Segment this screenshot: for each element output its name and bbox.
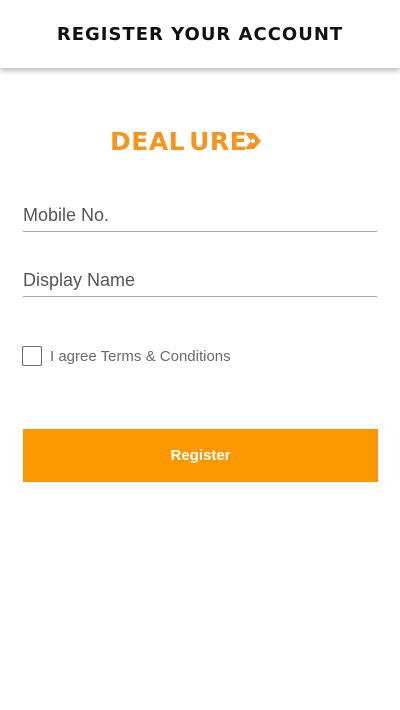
mobile-field <box>23 200 377 232</box>
register-button[interactable]: Register <box>23 429 378 482</box>
display-name-field <box>23 265 377 297</box>
mobile-input[interactable] <box>23 200 377 231</box>
logo-text-deal: DEAL <box>110 126 186 156</box>
page-title: REGISTER YOUR ACCOUNT <box>56 23 344 45</box>
display-name-input[interactable] <box>23 265 377 296</box>
logo-text-ure: URE <box>189 126 248 156</box>
terms-checkbox[interactable] <box>22 346 42 366</box>
logo-mark: URE <box>189 126 262 156</box>
dealure-logo: DEAL URE <box>110 124 280 158</box>
app-header: REGISTER YOUR ACCOUNT <box>0 0 400 68</box>
arrow-right-icon <box>245 133 262 149</box>
terms-label[interactable]: I agree Terms & Conditions <box>50 348 231 365</box>
terms-agreement[interactable]: I agree Terms & Conditions <box>22 346 231 366</box>
